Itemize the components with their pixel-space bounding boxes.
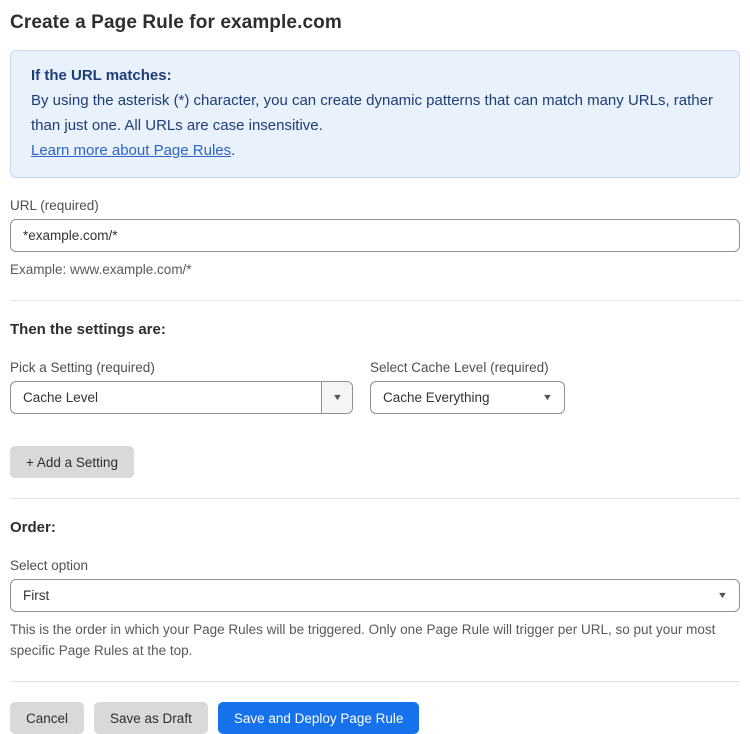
divider [10, 498, 740, 499]
cache-level-arrow-wrap: ▼ [541, 382, 564, 413]
info-box-link-line: Learn more about Page Rules. [31, 138, 719, 163]
order-section-heading: Order: [10, 519, 56, 536]
order-helper-text: This is the order in which your Page Rul… [10, 622, 716, 658]
url-match-info-box: If the URL matches: By using the asteris… [10, 50, 740, 178]
chevron-down-icon: ▼ [541, 392, 554, 402]
cache-level-picker-label: Select Cache Level (required) [370, 360, 549, 375]
cache-level-picker-value: Cache Everything [383, 390, 490, 405]
info-box-body: By using the asterisk (*) character, you… [31, 92, 713, 134]
link-suffix: . [231, 142, 236, 159]
setting-picker-arrow-section: ▼ [321, 382, 352, 413]
order-arrow-wrap: ▼ [716, 580, 739, 611]
setting-picker-column: Pick a Setting (required) Cache Level ▼ [10, 360, 353, 414]
order-select-value: First [23, 588, 50, 603]
setting-picker-select[interactable]: Cache Level ▼ [10, 381, 353, 414]
page-title: Create a Page Rule for example.com [10, 12, 342, 33]
divider [10, 300, 740, 301]
cache-level-picker-select[interactable]: Cache Everything ▼ [370, 381, 565, 414]
settings-row: Pick a Setting (required) Cache Level ▼ … [10, 360, 740, 414]
url-input[interactable] [10, 219, 740, 252]
add-setting-button[interactable]: + Add a Setting [10, 446, 134, 478]
url-field-helper: Example: www.example.com/* [10, 262, 192, 277]
settings-section-heading: Then the settings are: [10, 321, 166, 338]
cache-level-picker-column: Select Cache Level (required) Cache Ever… [370, 360, 565, 414]
chevron-down-icon: ▼ [716, 590, 729, 600]
actions-row: Cancel Save as Draft Save and Deploy Pag… [10, 702, 740, 734]
order-select-label: Select option [10, 558, 89, 573]
save-and-deploy-button[interactable]: Save and Deploy Page Rule [217, 702, 420, 734]
order-select[interactable]: First ▼ [10, 579, 740, 612]
url-field-label: URL (required) [10, 198, 99, 213]
chevron-down-icon: ▼ [331, 392, 343, 402]
cancel-button[interactable]: Cancel [10, 702, 85, 734]
learn-more-link[interactable]: Learn more about Page Rules [31, 142, 231, 159]
add-setting-wrap: + Add a Setting [10, 446, 740, 478]
setting-picker-value: Cache Level [23, 390, 99, 405]
divider [10, 681, 740, 682]
info-box-heading: If the URL matches: [31, 67, 172, 84]
setting-picker-label: Pick a Setting (required) [10, 360, 155, 375]
save-as-draft-button[interactable]: Save as Draft [94, 702, 208, 734]
